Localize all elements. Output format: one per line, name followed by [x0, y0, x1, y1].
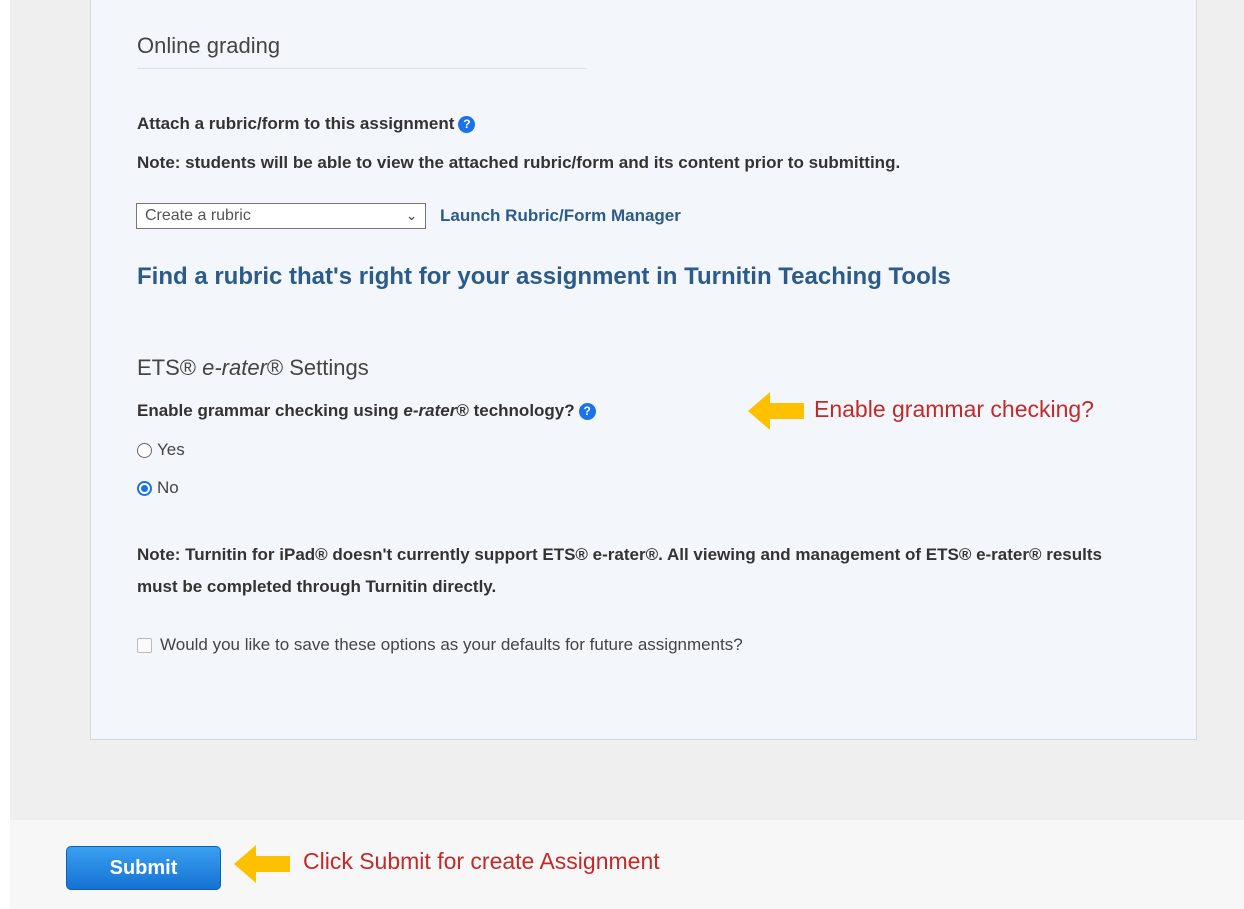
attach-rubric-text: Attach a rubric/form to this assignment — [137, 114, 455, 133]
rubric-note: Note: students will be able to view the … — [137, 153, 901, 172]
grammar-question-prefix: Enable grammar checking using — [137, 401, 404, 420]
rubric-select[interactable]: Create a rubric ⌄ — [136, 203, 426, 229]
radio-no-label: No — [157, 478, 179, 497]
ets-title-prefix: ETS® — [137, 355, 203, 380]
online-grading-title: Online grading — [137, 33, 281, 58]
save-defaults-label: Would you like to save these options as … — [160, 635, 743, 654]
find-rubric-link[interactable]: Find a rubric that's right for your assi… — [137, 263, 951, 291]
attach-rubric-label: Attach a rubric/form to this assignment? — [137, 114, 476, 134]
rubric-select-value: Create a rubric — [145, 207, 251, 224]
ets-settings-title: ETS® e-rater® Settings — [137, 355, 369, 381]
help-circle-icon[interactable]: ? — [458, 116, 476, 133]
section-divider — [137, 68, 587, 69]
arrow-left-icon — [748, 392, 804, 430]
grammar-question-italic: e-rater — [403, 401, 457, 420]
grammar-question-label: Enable grammar checking using e-rater® t… — [137, 401, 596, 421]
radio-yes-label: Yes — [157, 440, 185, 459]
submit-annotation: Click Submit for create Assignment — [303, 848, 660, 874]
save-defaults-checkbox[interactable] — [137, 637, 152, 653]
save-defaults-option[interactable]: Would you like to save these options as … — [137, 635, 743, 655]
grammar-question-suffix: ® technology? — [456, 401, 575, 420]
radio-no[interactable]: No — [137, 478, 179, 498]
ets-title-suffix: ® Settings — [266, 355, 369, 380]
radio-yes[interactable]: Yes — [137, 440, 185, 460]
ets-ipad-note: Note: Turnitin for iPad® doesn't current… — [137, 545, 1102, 596]
submit-button[interactable]: Submit — [66, 846, 221, 890]
grammar-annotation: Enable grammar checking? — [814, 396, 1094, 422]
chevron-down-icon: ⌄ — [406, 208, 417, 223]
launch-rubric-manager-link[interactable]: Launch Rubric/Form Manager — [440, 206, 681, 226]
ets-title-italic: e-rater — [202, 355, 267, 380]
radio-no-button[interactable] — [137, 480, 152, 496]
arrow-left-icon — [234, 845, 290, 883]
radio-yes-button[interactable] — [137, 442, 152, 458]
help-circle-icon[interactable]: ? — [578, 403, 596, 420]
